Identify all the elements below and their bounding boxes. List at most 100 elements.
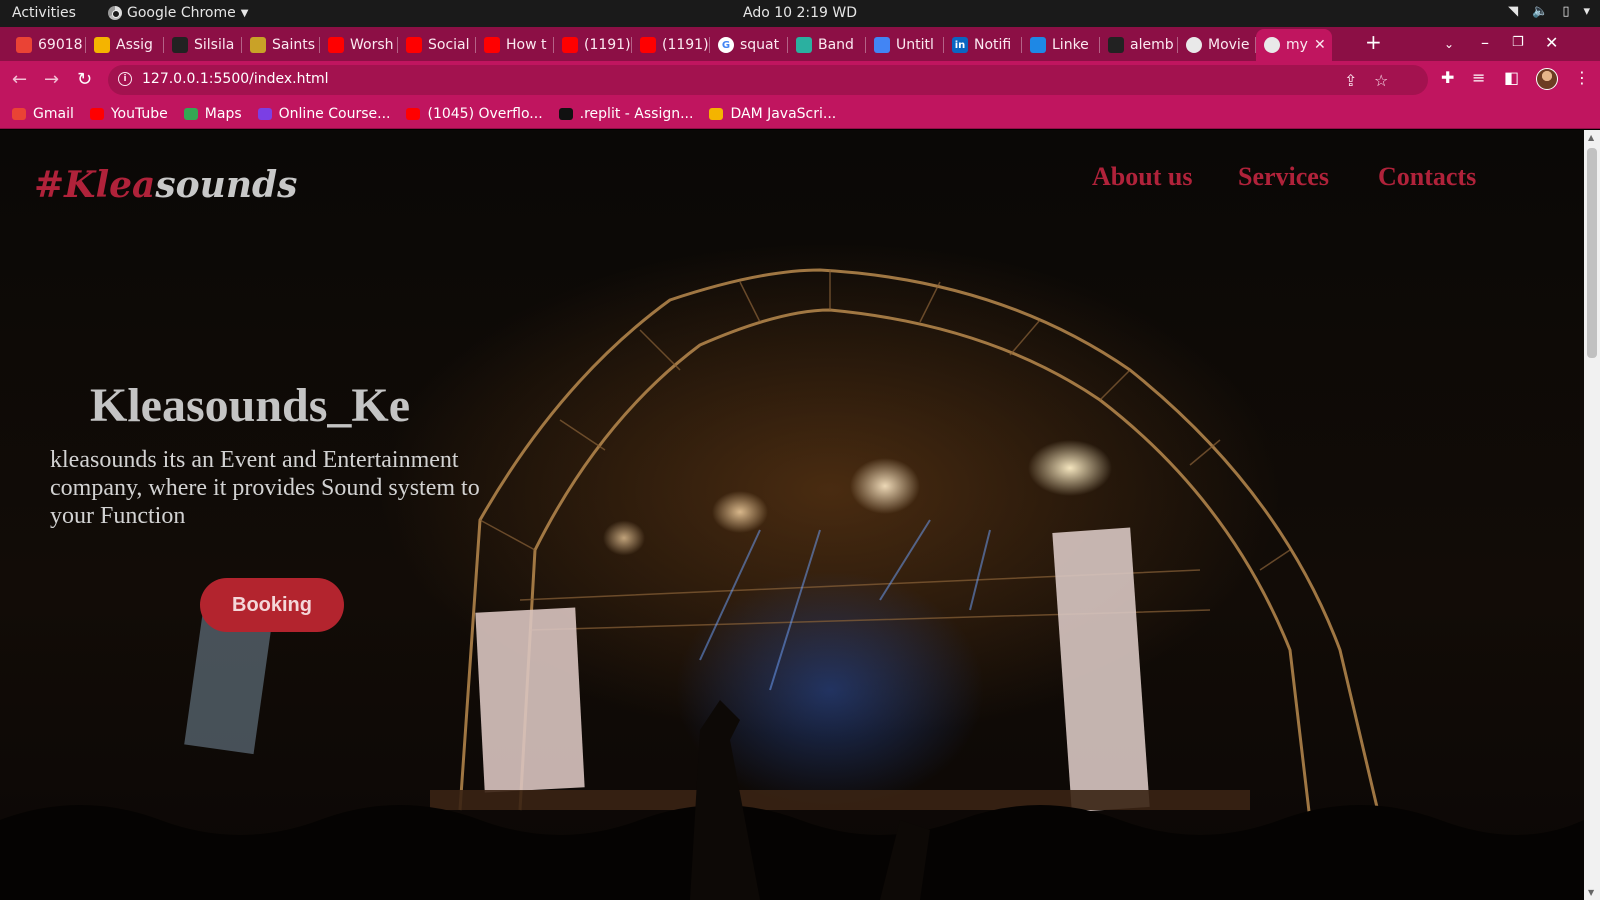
bookmark-item[interactable]: Maps [183, 106, 242, 122]
tab-5[interactable]: Worsh [320, 31, 398, 59]
chrome-menu-icon[interactable]: ⋮ [1574, 68, 1590, 87]
bookmark-label: Online Course... [278, 105, 391, 122]
nav-contacts[interactable]: Contacts [1378, 162, 1476, 192]
site-info-icon[interactable]: i [118, 72, 132, 86]
nav-about-us[interactable]: About us [1092, 162, 1192, 192]
address-bar[interactable]: i 127.0.0.1:5500/index.html ⇪ ☆ [108, 65, 1428, 95]
tab-label: alemb [1130, 37, 1174, 53]
extensions-icon[interactable]: ✚ [1441, 68, 1454, 87]
side-panel-icon[interactable]: ◧ [1504, 68, 1519, 87]
tab-label: Movie [1208, 37, 1250, 53]
scroll-up-icon[interactable]: ▲ [1588, 133, 1594, 142]
bookmark-favicon-icon [12, 107, 26, 120]
system-top-bar: Activities Google Chrome ▼ Ado 10 2:19 W… [0, 0, 1600, 27]
youtube-icon [640, 37, 656, 53]
tab-11[interactable]: Band [788, 31, 866, 59]
tab-strip: 69018 Assig Silsila Saints Worsh Social How t (… [0, 27, 1600, 61]
wifi-icon: ◥ [1508, 4, 1519, 19]
tab-label: How t [506, 37, 547, 53]
bookmark-star-icon[interactable]: ☆ [1374, 71, 1388, 90]
bookmark-label: (1045) Overflo... [427, 105, 543, 122]
bookmark-favicon-icon [257, 107, 272, 120]
youtube-icon [562, 37, 578, 53]
tab-2[interactable]: Assig [86, 31, 164, 59]
tab-label: Worsh [350, 37, 394, 53]
browser-toolbar: ← → ↻ i 127.0.0.1:5500/index.html ⇪ ☆ ✚ … [0, 61, 1600, 99]
docs-icon [874, 37, 890, 53]
bookmark-item[interactable]: (1045) Overflo... [406, 105, 543, 122]
bookmark-favicon-icon [406, 107, 421, 120]
bookmark-favicon-icon [89, 107, 104, 120]
bookmark-favicon-icon [183, 107, 198, 120]
booking-button[interactable]: Booking [200, 578, 344, 632]
tab-label: Assig [116, 37, 153, 53]
google-icon: G [718, 37, 734, 53]
tab-3[interactable]: Silsila [164, 31, 242, 59]
profile-avatar[interactable] [1536, 68, 1558, 90]
tab-4[interactable]: Saints [242, 31, 320, 59]
hero-title: Kleasounds_Ke [90, 379, 411, 432]
tab-15[interactable]: alemb [1100, 31, 1178, 59]
system-tray[interactable]: ◥ 🔈 ▯ ▾ [1508, 4, 1590, 19]
tab-search-icon[interactable]: ⌄ [1444, 37, 1454, 51]
tab-label: (1191) [662, 37, 709, 53]
tray-caret-icon: ▾ [1583, 4, 1590, 19]
site-logo[interactable]: #Kleasounds [34, 164, 297, 206]
tab-7[interactable]: How t [476, 31, 554, 59]
bookmark-label: YouTube [110, 105, 168, 122]
battery-icon: ▯ [1562, 4, 1570, 19]
bookmark-label: DAM JavaScri... [730, 105, 837, 122]
page-scrollbar[interactable]: ▲ ▼ [1584, 130, 1600, 900]
media-control-icon[interactable]: ≡ [1472, 68, 1485, 87]
clock[interactable]: Ado 10 2:19 WD [0, 5, 1600, 21]
scrollbar-thumb[interactable] [1587, 148, 1597, 358]
share-icon[interactable]: ⇪ [1344, 71, 1357, 90]
tab-1[interactable]: 69018 [8, 31, 86, 59]
tab-label: Untitl [896, 37, 934, 53]
logo-sounds: sounds [155, 164, 298, 206]
url-text[interactable]: 127.0.0.1:5500/index.html [142, 71, 329, 87]
hero-description: kleasounds its an Event and Entertainmen… [50, 447, 480, 529]
minimize-button[interactable]: – [1481, 33, 1489, 52]
reload-button[interactable]: ↻ [77, 69, 92, 90]
tab-9[interactable]: (1191) [632, 31, 710, 59]
tab-17[interactable]: my ✕ [1256, 29, 1332, 61]
tab-13[interactable]: in Notifi [944, 31, 1022, 59]
nav-services[interactable]: Services [1238, 162, 1329, 192]
tab-label: my [1286, 37, 1308, 53]
tab-10[interactable]: Gsquat [710, 31, 788, 59]
tab-16[interactable]: Movie [1178, 31, 1256, 59]
close-window-button[interactable]: ✕ [1545, 33, 1558, 52]
bookmark-favicon-icon [558, 107, 573, 120]
youtube-icon [406, 37, 422, 53]
logo-hash-klea: #Klea [34, 164, 156, 206]
volume-icon: 🔈 [1532, 4, 1549, 19]
scroll-down-icon[interactable]: ▼ [1588, 888, 1594, 897]
shield-icon [250, 37, 266, 53]
tab-label: Social [428, 37, 470, 53]
band-icon [796, 37, 812, 53]
tab-14[interactable]: Linke [1022, 31, 1100, 59]
bookmark-item[interactable]: Gmail [12, 106, 74, 122]
forward-button[interactable]: → [44, 69, 59, 90]
tab-6[interactable]: Social [398, 31, 476, 59]
maximize-button[interactable]: ❐ [1512, 35, 1524, 50]
close-tab-icon[interactable]: ✕ [1314, 37, 1326, 53]
tab-label: Saints [272, 37, 316, 53]
bookmark-item[interactable]: Online Course... [257, 105, 391, 122]
tab-12[interactable]: Untitl [866, 31, 944, 59]
tab-label: 69018 [38, 37, 83, 53]
bookmark-item[interactable]: DAM JavaScri... [709, 106, 836, 122]
tab-label: Linke [1052, 37, 1089, 53]
globe-icon [1264, 37, 1280, 53]
back-button[interactable]: ← [12, 69, 27, 90]
tab-label: squat [740, 37, 780, 53]
bookmark-item[interactable]: YouTube [89, 105, 168, 122]
tab-label: Band [818, 37, 854, 53]
tab-8[interactable]: (1191) [554, 31, 632, 59]
new-tab-button[interactable]: + [1365, 30, 1382, 54]
tab-label: Notifi [974, 37, 1012, 53]
bookmark-item[interactable]: .replit - Assign... [558, 105, 694, 122]
bookmarks-bar: Gmail YouTube Maps Online Course... (1045) O… [0, 99, 1600, 129]
bookmark-label: .replit - Assign... [579, 105, 694, 122]
